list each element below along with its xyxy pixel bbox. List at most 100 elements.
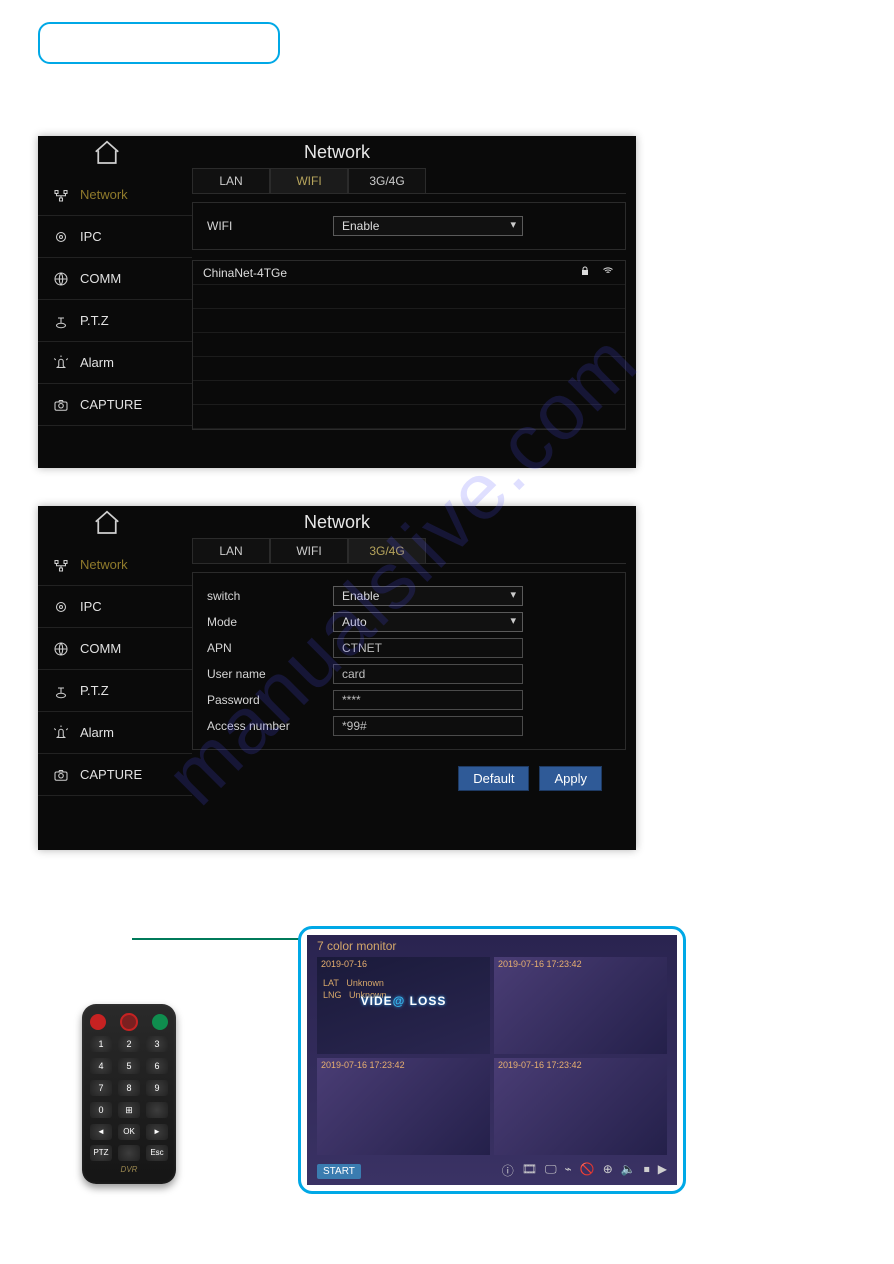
home-icon[interactable] — [88, 508, 126, 543]
capture-icon — [52, 766, 70, 784]
mute-icon[interactable]: 🚫 — [580, 1162, 595, 1179]
default-button[interactable]: Default — [458, 766, 529, 791]
monitor-start-button[interactable]: START — [317, 1164, 361, 1179]
remote-power-button[interactable] — [90, 1014, 106, 1030]
remote-key-2[interactable]: 2 — [118, 1036, 140, 1052]
remote-info-button[interactable] — [121, 1014, 137, 1030]
sidebar-item-label: IPC — [80, 599, 102, 614]
wifi-empty-row — [193, 357, 625, 381]
remote-right-button[interactable]: ► — [146, 1124, 168, 1140]
quad-cell-2: 2019-07-16 17:23:42 — [494, 957, 667, 1054]
window-title: Network — [304, 142, 370, 163]
camera-icon — [52, 598, 70, 616]
sidebar-item-label: COMM — [80, 271, 121, 286]
sidebar-item-label: P.T.Z — [80, 683, 109, 698]
monitor-icon[interactable]: 🖵 — [545, 1162, 557, 1179]
sidebar-item-comm[interactable]: COMM — [38, 628, 192, 670]
label-switch: switch — [207, 589, 333, 603]
input-username[interactable]: card — [333, 664, 523, 684]
monitor-preview: 7 color monitor 2019-07-16 LAT Unknown L… — [298, 926, 686, 1194]
remote-key-5[interactable]: 5 — [118, 1058, 140, 1074]
remote-key-3[interactable]: 3 — [146, 1036, 168, 1052]
wifi-network-row[interactable]: ChinaNet-4TGe — [193, 261, 625, 285]
remote-key-blank[interactable] — [146, 1102, 168, 1118]
remote-key-9[interactable]: 9 — [146, 1080, 168, 1096]
sidebar-item-ipc[interactable]: IPC — [38, 586, 192, 628]
remote-esc-button[interactable]: Esc — [146, 1145, 168, 1161]
remote-key-8[interactable]: 8 — [118, 1080, 140, 1096]
sidebar-item-ipc[interactable]: IPC — [38, 216, 192, 258]
apply-button[interactable]: Apply — [539, 766, 602, 791]
remote-left-button[interactable]: ◄ — [90, 1124, 112, 1140]
play-icon[interactable]: ▶ — [658, 1162, 667, 1179]
remote-dev-button[interactable] — [152, 1014, 168, 1030]
remote-key-4[interactable]: 4 — [90, 1058, 112, 1074]
remote-key-7[interactable]: 7 — [90, 1080, 112, 1096]
remote-key-grid[interactable]: ⊞ — [118, 1102, 140, 1118]
quad-timestamp: 2019-07-16 17:23:42 — [321, 1060, 405, 1070]
quad-cell-1: 2019-07-16 LAT Unknown LNG Unknown VIDE@… — [317, 957, 490, 1054]
sidebar-item-capture[interactable]: CAPTURE — [38, 384, 192, 426]
ptz-icon — [52, 312, 70, 330]
select-switch[interactable]: Enable — [333, 586, 523, 606]
wifi-empty-row — [193, 381, 625, 405]
sidebar-item-alarm[interactable]: Alarm — [38, 712, 192, 754]
globe-icon — [52, 270, 70, 288]
sidebar-item-comm[interactable]: COMM — [38, 258, 192, 300]
film-icon[interactable]: 🎞 — [522, 1162, 537, 1179]
remote-blank-button[interactable] — [118, 1145, 140, 1161]
home-icon[interactable] — [88, 138, 126, 173]
record-icon[interactable]: ⏹ — [644, 1162, 650, 1179]
sidebar-item-label: Network — [80, 187, 128, 202]
sidebar-item-label: Alarm — [80, 355, 114, 370]
sidebar-item-ptz[interactable]: P.T.Z — [38, 670, 192, 712]
sidebar-item-label: CAPTURE — [80, 397, 142, 412]
select-mode[interactable]: Auto — [333, 612, 523, 632]
tab-bar: LAN WIFI 3G/4G — [192, 538, 626, 564]
info-icon[interactable]: ⓘ — [502, 1162, 514, 1179]
tab-wifi[interactable]: WIFI — [270, 168, 348, 193]
sidebar-item-alarm[interactable]: Alarm — [38, 342, 192, 384]
speaker-icon[interactable]: 🔈 — [621, 1162, 636, 1179]
remote-key-0[interactable]: 0 — [90, 1102, 112, 1118]
input-apn[interactable]: CTNET — [333, 638, 523, 658]
quad-cell-3: 2019-07-16 17:23:42 — [317, 1058, 490, 1155]
tab-lan[interactable]: LAN — [192, 538, 270, 563]
label-wifi: WIFI — [207, 219, 333, 233]
monitor-title: 7 color monitor — [317, 939, 396, 953]
globe-icon — [52, 640, 70, 658]
sidebar: Network IPC COMM P.T.Z Alarm CAPTURE — [38, 538, 192, 801]
remote-key-1[interactable]: 1 — [90, 1036, 112, 1052]
ptz-icon — [52, 682, 70, 700]
label-mode: Mode — [207, 615, 333, 629]
sidebar-item-network[interactable]: Network — [38, 544, 192, 586]
sidebar-item-ptz[interactable]: P.T.Z — [38, 300, 192, 342]
window-title: Network — [304, 512, 370, 533]
quad-timestamp: 2019-07-16 — [321, 959, 367, 969]
sidebar-item-label: P.T.Z — [80, 313, 109, 328]
sidebar-item-capture[interactable]: CAPTURE — [38, 754, 192, 796]
input-access-number[interactable]: *99# — [333, 716, 523, 736]
quad-timestamp: 2019-07-16 17:23:42 — [498, 1060, 582, 1070]
tab-bar: LAN WIFI 3G/4G — [192, 168, 626, 194]
camera-icon — [52, 228, 70, 246]
lock-icon — [579, 265, 591, 280]
remote-control: 1 2 3 4 5 6 7 8 9 0 ⊞ ◄ OK ► PTZ Esc DVR — [82, 1004, 176, 1184]
network-icon — [52, 556, 70, 574]
tab-wifi[interactable]: WIFI — [270, 538, 348, 563]
wifi-settings-panel: WIFI Enable — [192, 202, 626, 250]
sidebar: Network IPC COMM P.T.Z Alarm CAPTURE — [38, 168, 192, 430]
sidebar-item-label: COMM — [80, 641, 121, 656]
zoom-icon[interactable]: ⊕ — [603, 1162, 613, 1179]
sidebar-item-network[interactable]: Network — [38, 174, 192, 216]
remote-ptz-button[interactable]: PTZ — [90, 1145, 112, 1161]
input-password[interactable]: **** — [333, 690, 523, 710]
broadcast-icon[interactable]: ⌁ — [565, 1162, 572, 1179]
monitor-toolbar: ⓘ 🎞 🖵 ⌁ 🚫 ⊕ 🔈 ⏹ ▶ — [502, 1162, 667, 1179]
remote-ok-button[interactable]: OK — [118, 1124, 140, 1140]
tab-3g4g[interactable]: 3G/4G — [348, 168, 426, 193]
tab-lan[interactable]: LAN — [192, 168, 270, 193]
remote-key-6[interactable]: 6 — [146, 1058, 168, 1074]
select-wifi-enable[interactable]: Enable — [333, 216, 523, 236]
tab-3g4g[interactable]: 3G/4G — [348, 538, 426, 563]
